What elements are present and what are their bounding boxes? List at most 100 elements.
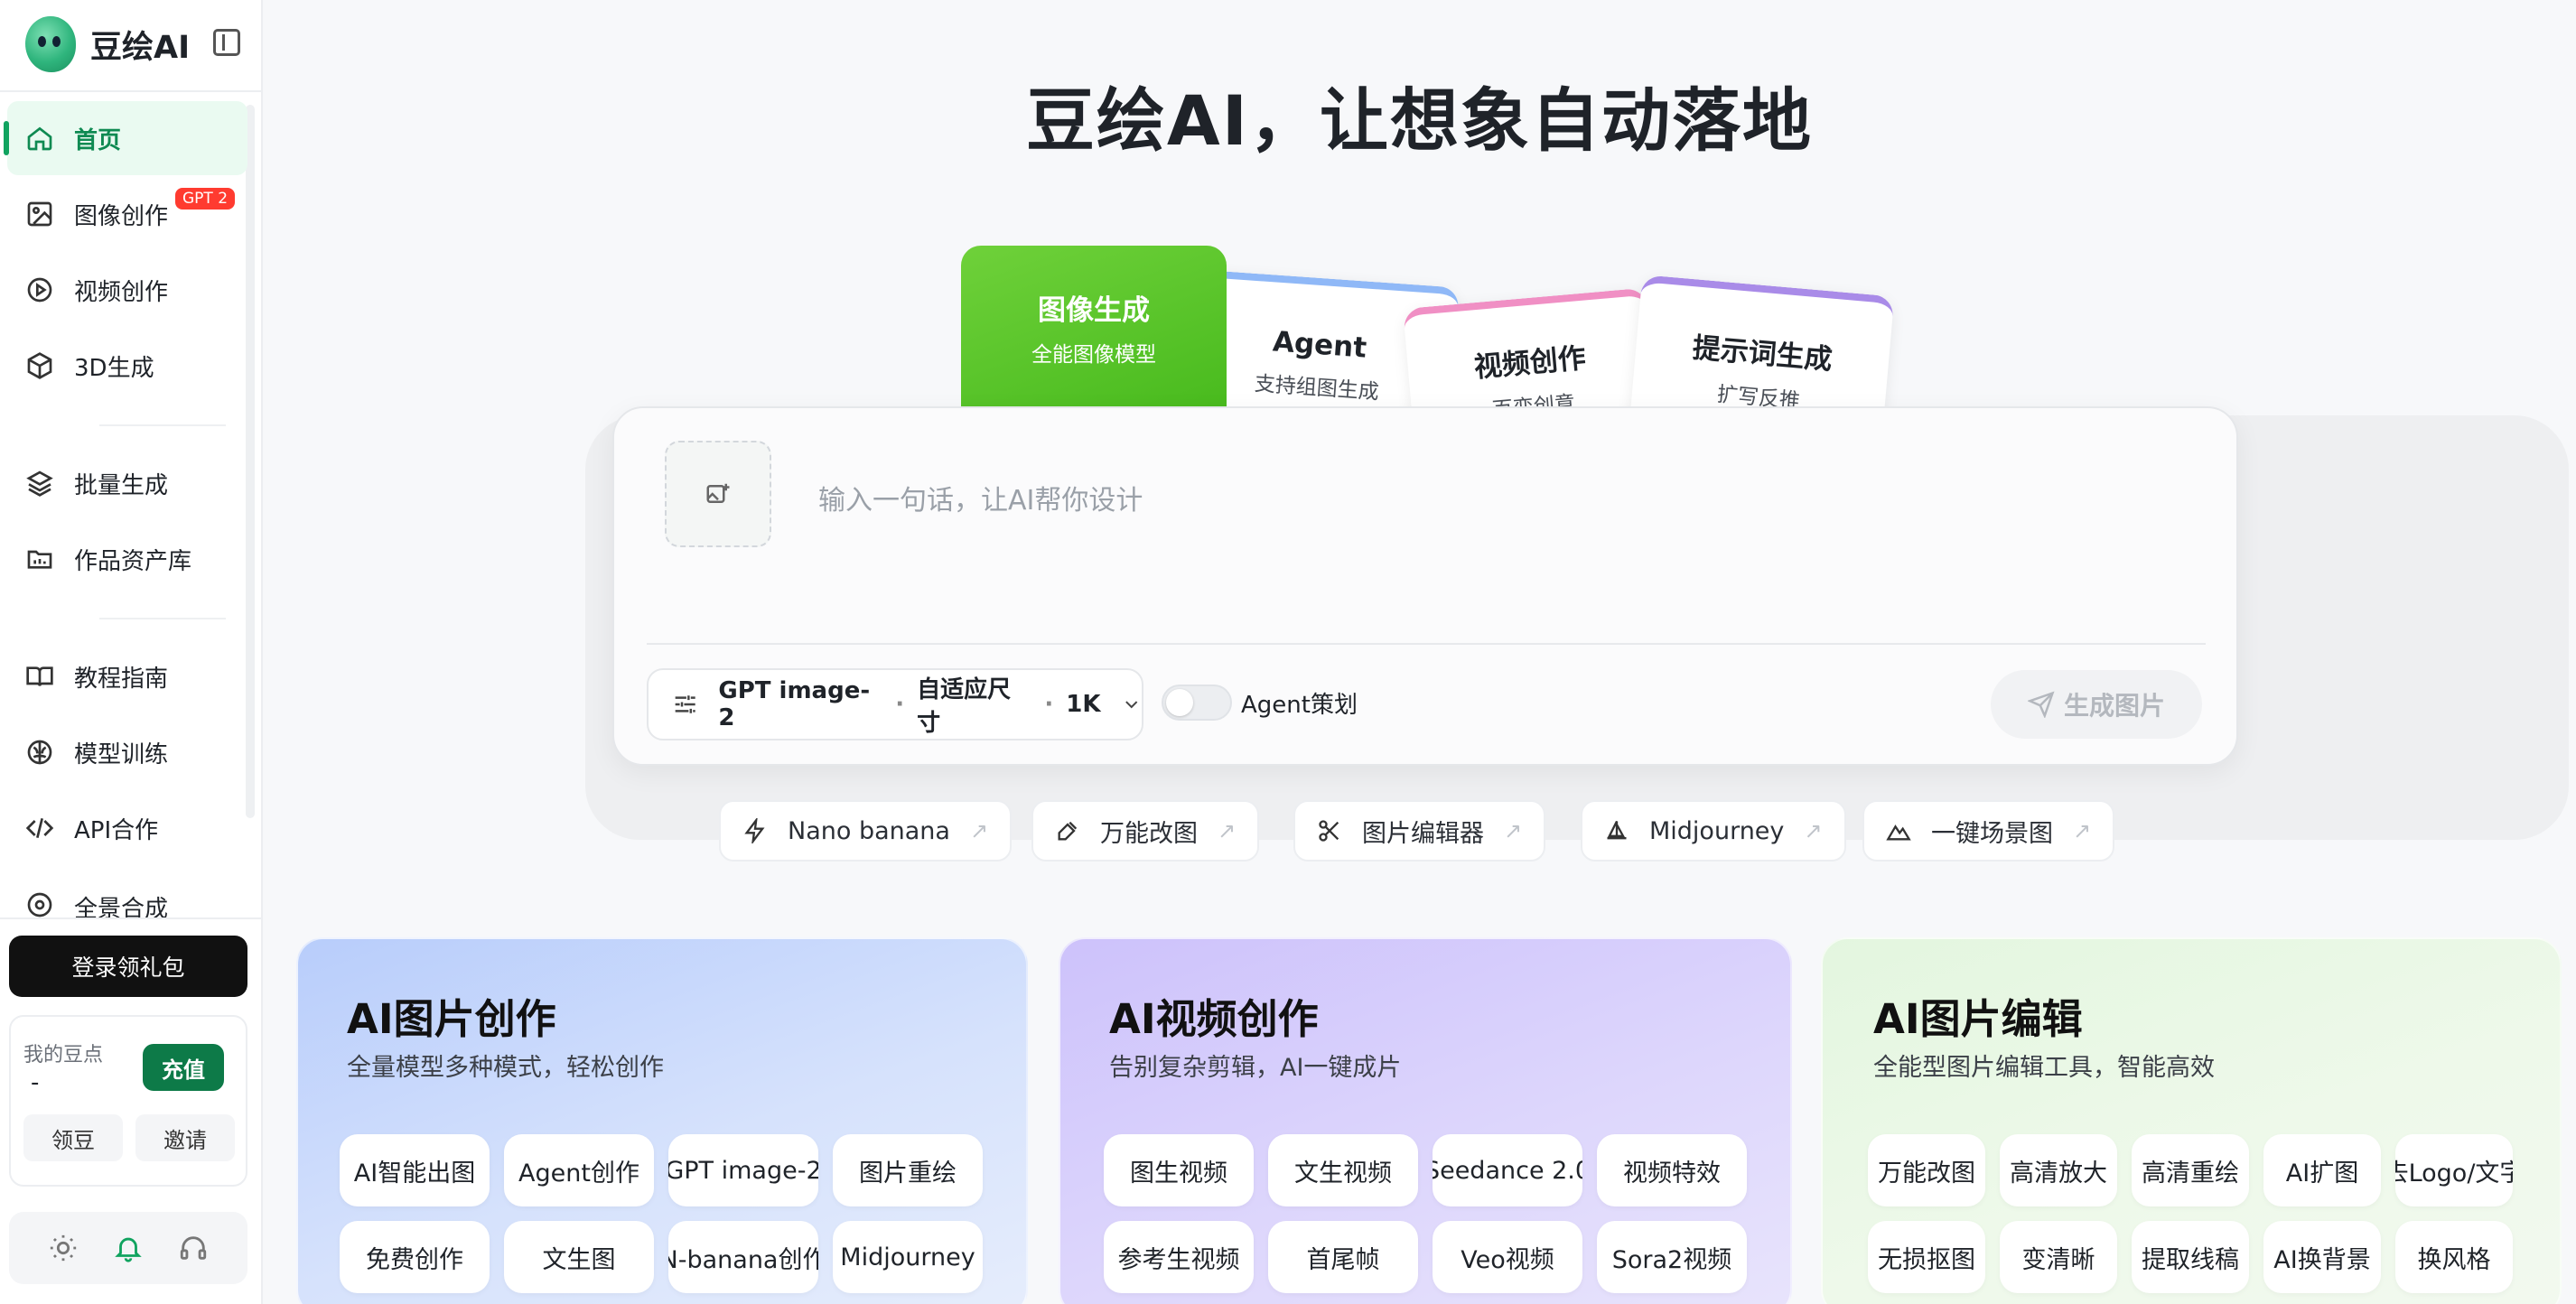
pill-sharpen[interactable]: 变清晰 — [2000, 1221, 2117, 1293]
logo-icon — [25, 16, 76, 72]
claim-points-button[interactable]: 领豆 — [23, 1114, 123, 1161]
pill-reference-video[interactable]: 参考生视频 — [1104, 1221, 1254, 1293]
pill-hd-redraw[interactable]: 高清重绘 — [2132, 1134, 2249, 1206]
chip-label: 图片编辑器 — [1362, 819, 1484, 848]
generate-image-button[interactable]: 生成图片 — [1991, 670, 2202, 739]
collapse-sidebar-icon[interactable] — [213, 29, 240, 56]
size-option: 自适应尺寸 — [917, 676, 1012, 737]
cube-icon — [27, 352, 52, 379]
code-icon — [25, 818, 54, 838]
pill-extract-lineart[interactable]: 提取线稿 — [2132, 1221, 2249, 1293]
arrow-up-right-icon: ↗ — [1504, 818, 1523, 843]
layers-icon — [26, 470, 53, 497]
upload-image-button[interactable] — [665, 441, 771, 547]
pill-seedance[interactable]: Seedance 2.0 — [1433, 1134, 1582, 1206]
sliders-icon — [675, 695, 695, 713]
arrow-up-right-icon: ↗ — [2073, 818, 2092, 843]
home-icon — [27, 126, 52, 151]
pill-hd-upscale[interactable]: 高清放大 — [2000, 1134, 2117, 1206]
generate-label: 生成图片 — [2063, 691, 2165, 721]
sidebar-item-panorama[interactable]: 全景合成 — [7, 867, 247, 925]
brand[interactable]: 豆绘AI — [25, 14, 190, 74]
agent-toggle[interactable] — [1162, 685, 1232, 721]
pill-ai-background[interactable]: AI换背景 — [2263, 1221, 2381, 1293]
chip-one-click-scene[interactable]: 一键场景图 ↗ — [1862, 800, 2115, 862]
sidebar-item-home[interactable]: 首页 — [4, 101, 247, 175]
tab-subtitle: 全能图像模型 — [1031, 343, 1156, 367]
card-title: AI图片创作 — [347, 995, 556, 1043]
sidebar-item-batch[interactable]: 批量生成 — [7, 446, 247, 520]
pill-change-style[interactable]: 换风格 — [2395, 1221, 2513, 1293]
sidebar-item-model-training[interactable]: 模型训练 — [7, 715, 247, 789]
card-subtitle: 全量模型多种模式，轻松创作 — [347, 1054, 664, 1082]
headset-icon[interactable] — [178, 1233, 209, 1263]
prompt-input[interactable] — [818, 446, 2191, 554]
points-label: 我的豆点 — [23, 1044, 104, 1066]
pill-video-effects[interactable]: 视频特效 — [1597, 1134, 1747, 1206]
sidebar-divider — [0, 917, 263, 919]
sidebar-item-label: 教程指南 — [74, 665, 169, 693]
pill-gpt-image-2[interactable]: GPT image-2 — [668, 1134, 818, 1206]
separator-dot: · — [895, 691, 905, 718]
card-subtitle: 告别复杂剪辑，AI一键成片 — [1109, 1054, 1402, 1082]
pill-free-create[interactable]: 免费创作 — [340, 1221, 490, 1293]
sidebar-item-label: 首页 — [74, 126, 122, 154]
sidebar-item-3d[interactable]: 3D生成 — [7, 329, 247, 403]
add-image-icon — [706, 483, 730, 503]
play-circle-icon — [27, 277, 52, 303]
chip-universal-edit[interactable]: 万能改图 ↗ — [1031, 800, 1260, 862]
page-title: 豆绘AI，让想象自动落地 — [1025, 80, 1814, 161]
send-icon — [2027, 691, 2055, 718]
sun-icon[interactable] — [48, 1233, 79, 1263]
sidebar-item-tutorials[interactable]: 教程指南 — [7, 639, 247, 713]
pill-remove-logo[interactable]: 去Logo/文字 — [2395, 1134, 2513, 1206]
pill-universal-edit[interactable]: 万能改图 — [1868, 1134, 1985, 1206]
pill-text-to-image[interactable]: 文生图 — [504, 1221, 654, 1293]
agent-toggle-label: Agent策划 — [1241, 692, 1358, 719]
separator-dot: · — [1044, 691, 1054, 718]
book-icon — [26, 666, 53, 686]
pill-sora2-video[interactable]: Sora2视频 — [1597, 1221, 1747, 1293]
bolt-icon — [744, 818, 765, 843]
chip-midjourney[interactable]: Midjourney ↗ — [1581, 800, 1846, 862]
sidebar-item-label: 模型训练 — [74, 740, 169, 768]
invite-button[interactable]: 邀请 — [135, 1114, 235, 1161]
card-subtitle: 全能型图片编辑工具，智能高效 — [1873, 1054, 2215, 1082]
chevron-down-icon — [1125, 701, 1137, 709]
sidebar-item-api[interactable]: API合作 — [7, 791, 247, 865]
pill-image-redraw[interactable]: 图片重绘 — [833, 1134, 983, 1206]
pill-veo-video[interactable]: Veo视频 — [1433, 1221, 1582, 1293]
login-gift-button[interactable]: 登录领礼包 — [9, 936, 247, 997]
chip-label: 万能改图 — [1100, 819, 1198, 848]
sidebar-divider — [0, 90, 263, 92]
tab-image-generation[interactable]: 图像生成 全能图像模型 — [961, 246, 1227, 426]
pill-first-last-frame[interactable]: 首尾帧 — [1268, 1221, 1418, 1293]
chip-image-editor[interactable]: 图片编辑器 ↗ — [1293, 800, 1546, 862]
sidebar-item-assets[interactable]: 作品资产库 — [7, 522, 247, 596]
pill-n-banana[interactable]: N-banana创作 — [668, 1221, 818, 1293]
pill-text-to-video[interactable]: 文生视频 — [1268, 1134, 1418, 1206]
pill-agent-create[interactable]: Agent创作 — [504, 1134, 654, 1206]
tab-title: 图像生成 — [1038, 294, 1150, 327]
brush-icon — [1058, 821, 1078, 841]
pill-image-to-video[interactable]: 图生视频 — [1104, 1134, 1254, 1206]
card-title: AI视频创作 — [1109, 995, 1319, 1043]
recharge-button[interactable]: 充值 — [143, 1044, 224, 1091]
sidebar-item-label: 图像创作 — [74, 202, 169, 230]
sidebar-item-video-creation[interactable]: 视频创作 — [7, 253, 247, 327]
bell-icon[interactable] — [113, 1233, 144, 1263]
chip-nano-banana[interactable]: Nano banana ↗ — [719, 800, 1013, 862]
bottom-tools — [9, 1212, 247, 1284]
resolution-option: 1K — [1066, 691, 1101, 718]
sidebar-item-label: 批量生成 — [74, 471, 169, 499]
model-settings-select[interactable]: GPT image-2 · 自适应尺寸 · 1K — [647, 668, 1143, 740]
pill-midjourney[interactable]: Midjourney — [833, 1221, 983, 1293]
sidebar-separator — [99, 618, 226, 619]
folder-icon — [27, 550, 52, 569]
prompt-divider — [647, 643, 2206, 645]
pill-lossless-cutout[interactable]: 无损抠图 — [1868, 1221, 1985, 1293]
pill-ai-outpaint[interactable]: AI扩图 — [2263, 1134, 2381, 1206]
panorama-icon — [27, 892, 52, 917]
pill-ai-smart-image[interactable]: AI智能出图 — [340, 1134, 490, 1206]
card-title: AI图片编辑 — [1873, 995, 2083, 1043]
